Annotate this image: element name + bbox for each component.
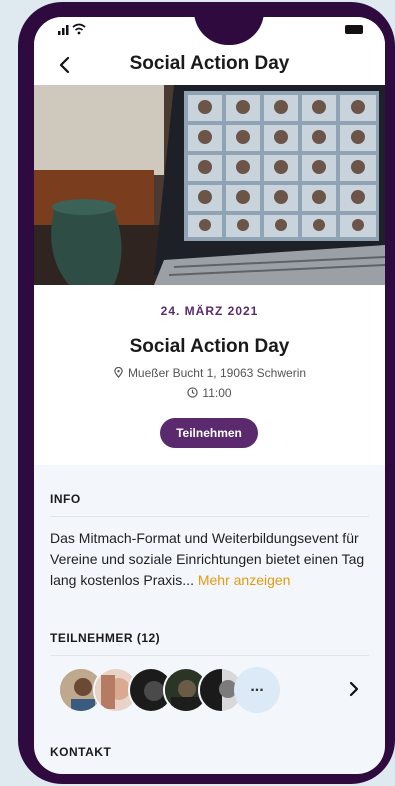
join-event-button[interactable]: Teilnehmen: [160, 418, 258, 448]
event-title: Social Action Day: [129, 336, 290, 357]
event-hero-image: [34, 85, 385, 285]
info-heading: INFO: [50, 492, 81, 506]
info-divider: [50, 516, 369, 517]
app-screen: Social Action Day 24. MÄRZ 2021 Social A…: [34, 17, 385, 774]
event-time-text: 11:00: [202, 386, 232, 400]
signal-wifi-icon: [58, 23, 86, 38]
participants-heading: TEILNEHMER (12): [50, 631, 161, 645]
top-navigation-bar: Social Action Day: [34, 45, 385, 85]
contact-heading: KONTAKT: [50, 745, 112, 759]
participant-avatars[interactable]: ...: [58, 667, 288, 715]
page-title: Social Action Day: [129, 53, 290, 74]
info-description: Das Mitmach-Format und Weiterbildungseve…: [50, 528, 371, 591]
chevron-right-icon: [349, 681, 359, 697]
clock-icon: [187, 387, 199, 398]
location-pin-icon: [114, 366, 123, 378]
participants-divider: [50, 655, 369, 656]
event-summary-card: 24. MÄRZ 2021 Social Action Day Mueßer B…: [34, 285, 385, 465]
show-more-link[interactable]: Mehr anzeigen: [198, 572, 291, 588]
event-date: 24. MÄRZ 2021: [160, 304, 259, 318]
back-button[interactable]: [52, 51, 78, 79]
battery-icon: [345, 25, 363, 34]
event-address-text: Mueßer Bucht 1, 19063 Schwerin: [127, 366, 307, 380]
event-time: 11:00: [34, 386, 385, 400]
participants-chevron-button[interactable]: [342, 677, 366, 701]
more-participants-button[interactable]: ...: [234, 667, 280, 713]
event-address: Mueßer Bucht 1, 19063 Schwerin: [34, 366, 385, 380]
chevron-left-icon: [59, 56, 70, 74]
